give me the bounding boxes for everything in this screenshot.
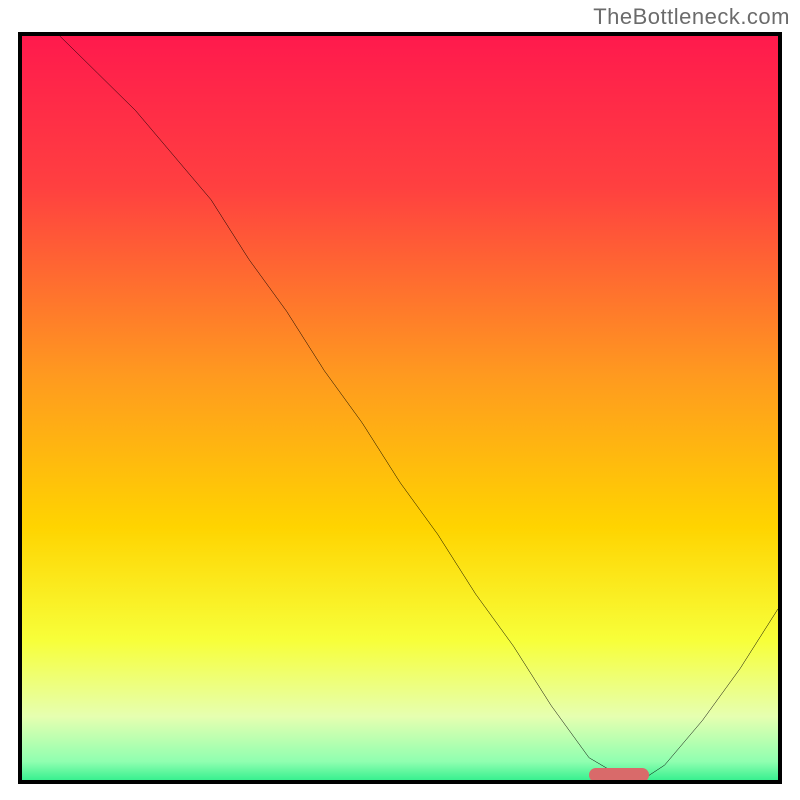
watermark-text: TheBottleneck.com xyxy=(593,4,790,30)
bottleneck-chart: TheBottleneck.com xyxy=(0,0,800,800)
plot-area xyxy=(18,32,782,784)
optimal-marker xyxy=(589,768,649,782)
bottleneck-curve-path xyxy=(60,36,778,780)
curve-layer xyxy=(22,36,778,780)
